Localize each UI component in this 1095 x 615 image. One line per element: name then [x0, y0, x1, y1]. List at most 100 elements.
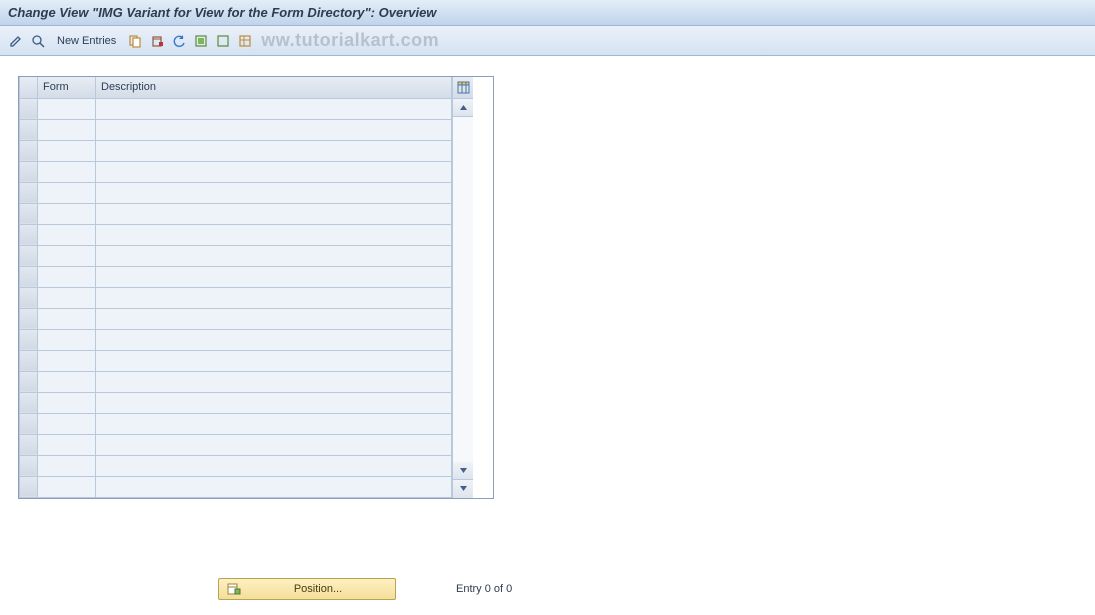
cell-form[interactable] — [38, 266, 96, 287]
cell-description[interactable] — [96, 182, 452, 203]
cell-description[interactable] — [96, 308, 452, 329]
row-selector[interactable] — [20, 119, 38, 140]
delete-button[interactable] — [147, 31, 167, 51]
table-row[interactable] — [20, 371, 452, 392]
cell-description[interactable] — [96, 350, 452, 371]
title-bar: Change View "IMG Variant for View for th… — [0, 0, 1095, 26]
cell-form[interactable] — [38, 434, 96, 455]
column-header-form[interactable]: Form — [38, 77, 96, 98]
cell-form[interactable] — [38, 161, 96, 182]
details-button[interactable] — [28, 31, 48, 51]
cell-description[interactable] — [96, 434, 452, 455]
pencil-icon — [9, 34, 23, 48]
row-selector[interactable] — [20, 434, 38, 455]
cell-form[interactable] — [38, 476, 96, 497]
table-row[interactable] — [20, 119, 452, 140]
cell-description[interactable] — [96, 392, 452, 413]
cell-form[interactable] — [38, 350, 96, 371]
table-row[interactable] — [20, 203, 452, 224]
table-row[interactable] — [20, 140, 452, 161]
cell-description[interactable] — [96, 329, 452, 350]
row-selector[interactable] — [20, 224, 38, 245]
scroll-track[interactable] — [453, 117, 473, 462]
cell-form[interactable] — [38, 329, 96, 350]
cell-form[interactable] — [38, 287, 96, 308]
row-selector[interactable] — [20, 350, 38, 371]
undo-change-button[interactable] — [169, 31, 189, 51]
select-all-button[interactable] — [191, 31, 211, 51]
table-row[interactable] — [20, 287, 452, 308]
deselect-all-button[interactable] — [213, 31, 233, 51]
cell-description[interactable] — [96, 140, 452, 161]
cell-description[interactable] — [96, 266, 452, 287]
row-selector[interactable] — [20, 161, 38, 182]
row-selector[interactable] — [20, 476, 38, 497]
cell-form[interactable] — [38, 413, 96, 434]
table-row[interactable] — [20, 245, 452, 266]
row-selector[interactable] — [20, 455, 38, 476]
row-selector[interactable] — [20, 245, 38, 266]
configure-columns-button[interactable] — [453, 77, 473, 99]
row-selector[interactable] — [20, 413, 38, 434]
app-toolbar: New Entries ww.tutorialkart.com — [0, 26, 1095, 56]
undo-icon — [172, 34, 186, 48]
cell-description[interactable] — [96, 287, 452, 308]
row-selector[interactable] — [20, 371, 38, 392]
cell-description[interactable] — [96, 119, 452, 140]
row-selector[interactable] — [20, 308, 38, 329]
table-row[interactable] — [20, 224, 452, 245]
cell-form[interactable] — [38, 455, 96, 476]
cell-form[interactable] — [38, 140, 96, 161]
table-row[interactable] — [20, 266, 452, 287]
cell-description[interactable] — [96, 476, 452, 497]
row-selector[interactable] — [20, 266, 38, 287]
cell-form[interactable] — [38, 203, 96, 224]
select-all-header[interactable] — [20, 77, 38, 98]
cell-description[interactable] — [96, 245, 452, 266]
table-row[interactable] — [20, 476, 452, 497]
table-row[interactable] — [20, 350, 452, 371]
row-selector[interactable] — [20, 329, 38, 350]
cell-description[interactable] — [96, 203, 452, 224]
toggle-display-change-button[interactable] — [6, 31, 26, 51]
table-row[interactable] — [20, 329, 452, 350]
scroll-bottom-button[interactable] — [453, 480, 473, 498]
data-table[interactable]: Form Description — [19, 77, 452, 498]
copy-as-button[interactable] — [125, 31, 145, 51]
position-button[interactable]: Position... — [218, 578, 396, 600]
cell-description[interactable] — [96, 98, 452, 119]
table-settings-button[interactable] — [235, 31, 255, 51]
table-row[interactable] — [20, 455, 452, 476]
row-selector[interactable] — [20, 287, 38, 308]
cell-form[interactable] — [38, 371, 96, 392]
new-entries-label: New Entries — [57, 35, 116, 47]
table-row[interactable] — [20, 413, 452, 434]
table-row[interactable] — [20, 182, 452, 203]
cell-description[interactable] — [96, 455, 452, 476]
cell-form[interactable] — [38, 308, 96, 329]
table-row[interactable] — [20, 161, 452, 182]
table-row[interactable] — [20, 434, 452, 455]
column-header-description[interactable]: Description — [96, 77, 452, 98]
cell-description[interactable] — [96, 413, 452, 434]
cell-form[interactable] — [38, 119, 96, 140]
row-selector[interactable] — [20, 98, 38, 119]
cell-form[interactable] — [38, 392, 96, 413]
cell-description[interactable] — [96, 371, 452, 392]
cell-form[interactable] — [38, 245, 96, 266]
row-selector[interactable] — [20, 392, 38, 413]
cell-form[interactable] — [38, 98, 96, 119]
cell-description[interactable] — [96, 224, 452, 245]
row-selector[interactable] — [20, 203, 38, 224]
table-row[interactable] — [20, 392, 452, 413]
cell-form[interactable] — [38, 182, 96, 203]
table-row[interactable] — [20, 98, 452, 119]
cell-description[interactable] — [96, 161, 452, 182]
cell-form[interactable] — [38, 224, 96, 245]
scroll-down-button[interactable] — [453, 462, 473, 480]
row-selector[interactable] — [20, 182, 38, 203]
row-selector[interactable] — [20, 140, 38, 161]
scroll-up-button[interactable] — [453, 99, 473, 117]
table-row[interactable] — [20, 308, 452, 329]
new-entries-button[interactable]: New Entries — [50, 31, 123, 51]
